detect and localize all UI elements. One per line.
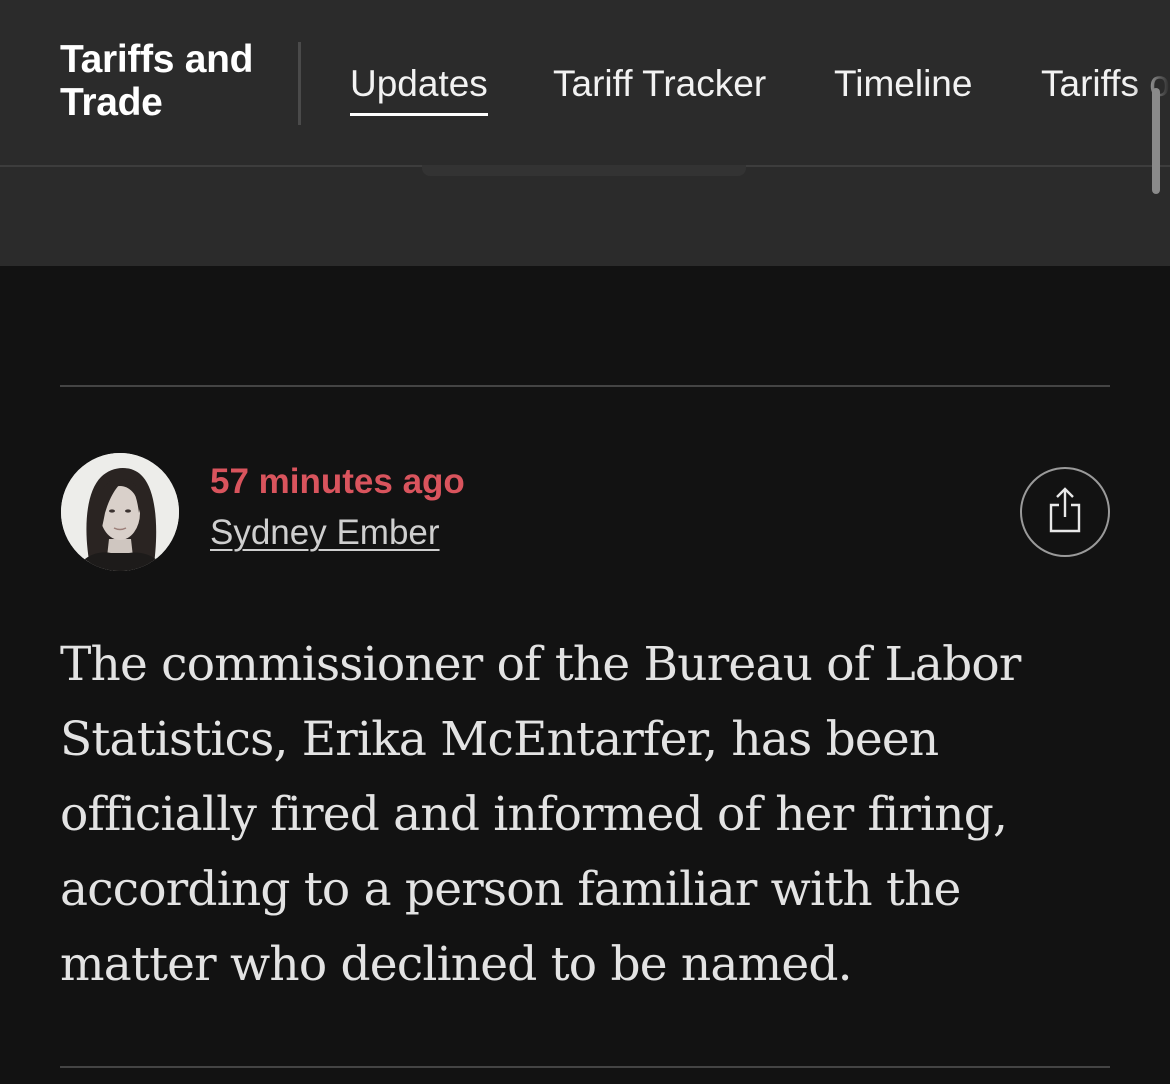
post-body: The commissioner of the Bureau of Labor … <box>60 637 1021 992</box>
tab-tariff-tracker[interactable]: Tariff Tracker <box>553 62 766 112</box>
author-link[interactable]: Sydney Ember <box>210 512 440 554</box>
post-divider-bottom <box>60 1066 1110 1068</box>
avatar <box>61 453 179 571</box>
top-nav: Tariffs and Trade Updates Tariff Tracker… <box>0 0 1170 167</box>
tab-tariffs[interactable]: Tariffs on <box>1041 62 1170 112</box>
scrollbar[interactable] <box>1152 88 1160 194</box>
share-icon <box>1049 487 1081 533</box>
post-timestamp: 57 minutes ago <box>210 462 465 501</box>
header: Tariffs and Trade Updates Tariff Tracker… <box>0 0 1170 266</box>
tab-strip-shadow <box>422 165 746 176</box>
section-title[interactable]: Tariffs and Trade <box>60 38 290 124</box>
post-divider-top <box>60 385 1110 387</box>
share-button[interactable] <box>1020 467 1110 557</box>
nav-divider <box>298 42 301 125</box>
page: Tariffs and Trade Updates Tariff Tracker… <box>0 0 1170 1084</box>
tab-updates[interactable]: Updates <box>350 62 488 116</box>
tab-timeline[interactable]: Timeline <box>834 62 972 112</box>
